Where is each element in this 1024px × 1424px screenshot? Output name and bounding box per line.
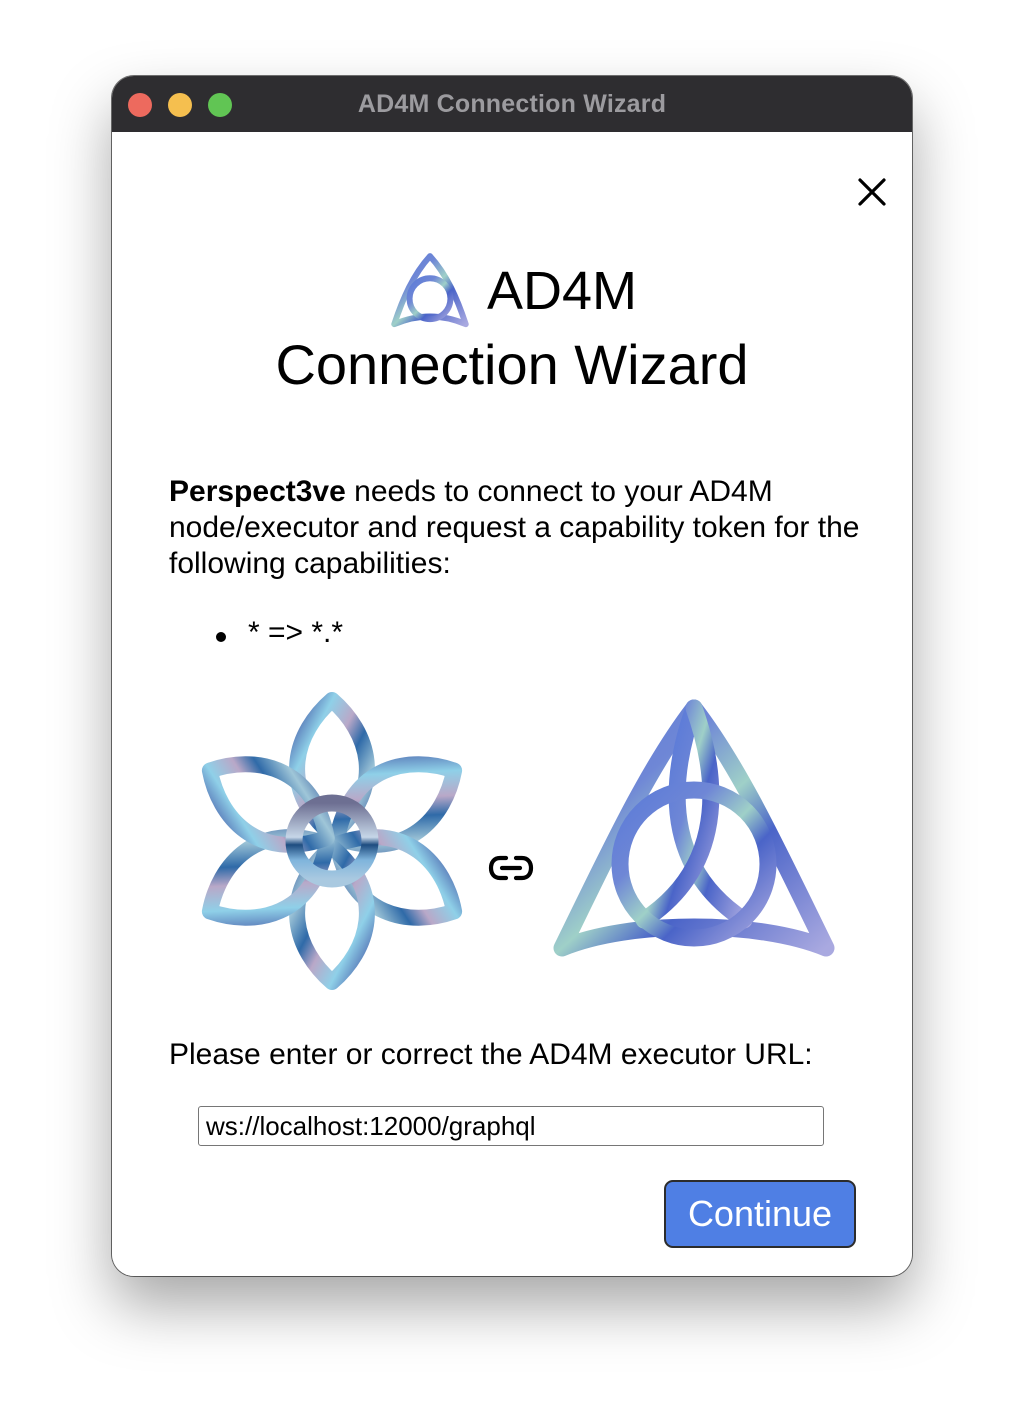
link-icon	[488, 855, 534, 881]
wizard-header: AD4M Connection Wizard	[112, 248, 912, 397]
ad4m-logo-icon	[391, 253, 469, 328]
header-subtitle: Connection Wizard	[275, 333, 749, 396]
ad4m-executor-logo-icon	[553, 699, 835, 957]
app-name: Perspect3ve	[169, 475, 346, 508]
executor-url-input[interactable]	[198, 1106, 824, 1146]
minimize-window-button[interactable]	[168, 93, 192, 117]
perspect3ve-logo-icon	[201, 692, 463, 990]
app-window: AD4M Connection Wizard AD4M Connection W…	[112, 76, 912, 1276]
zoom-window-button[interactable]	[208, 93, 232, 117]
title-bar[interactable]: AD4M Connection Wizard	[112, 76, 912, 132]
close-icon[interactable]	[854, 174, 890, 210]
url-prompt: Please enter or correct the AD4M executo…	[169, 1038, 813, 1071]
header-title: AD4M	[486, 261, 638, 321]
description-text: Perspect3ve needs to connect to your AD4…	[169, 474, 869, 582]
continue-button[interactable]: Continue	[664, 1180, 856, 1248]
capabilities-list: * => *.*	[216, 616, 343, 650]
capability-item: * => *.*	[216, 616, 343, 650]
window-title: AD4M Connection Wizard	[357, 89, 667, 118]
close-window-button[interactable]	[128, 93, 152, 117]
